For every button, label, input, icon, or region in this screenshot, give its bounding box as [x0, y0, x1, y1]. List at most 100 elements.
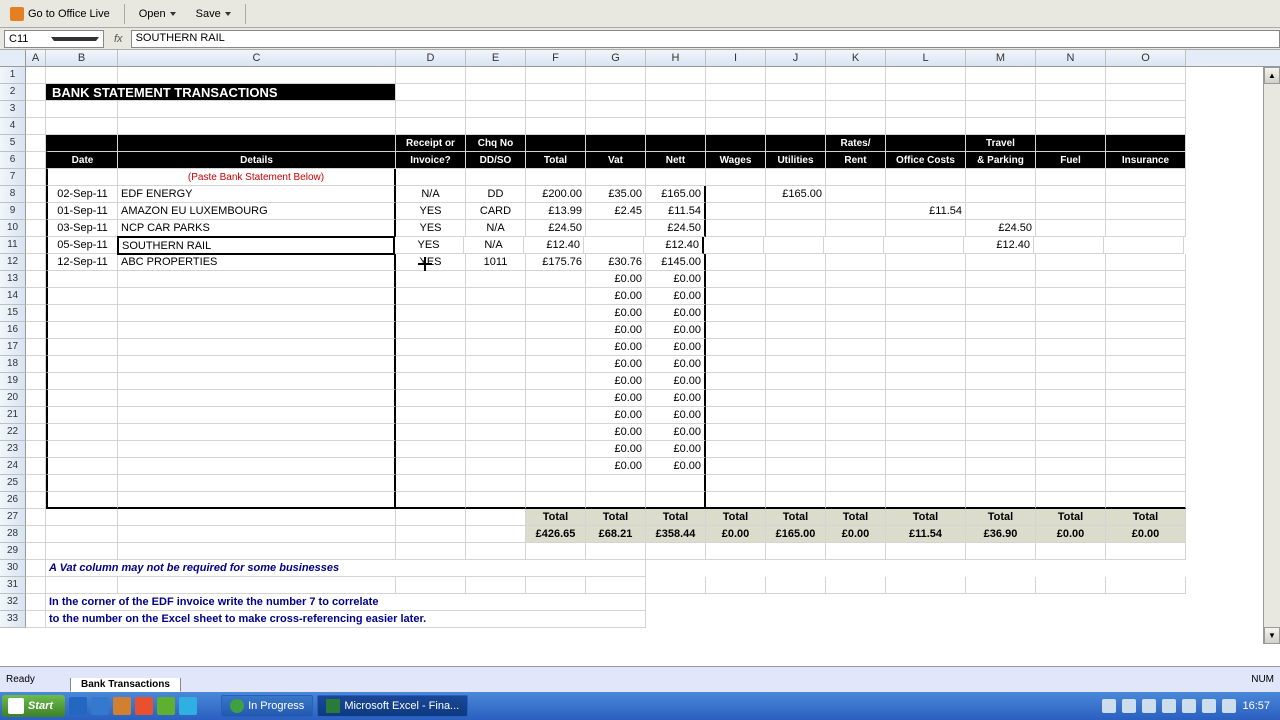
cell[interactable] — [396, 475, 466, 492]
cell[interactable]: YES — [394, 237, 464, 254]
cell[interactable] — [46, 322, 118, 339]
cell[interactable]: £11.54 — [886, 203, 966, 220]
cell[interactable]: 12-Sep-11 — [46, 254, 118, 271]
row-header[interactable]: 29 — [0, 543, 26, 560]
cell[interactable] — [706, 220, 766, 237]
col-header[interactable]: I — [706, 50, 766, 66]
cell[interactable] — [886, 492, 966, 509]
cell[interactable]: £0.00 — [646, 356, 706, 373]
cell[interactable]: DD — [466, 186, 526, 203]
cell[interactable] — [886, 390, 966, 407]
cell[interactable] — [118, 577, 396, 594]
cell[interactable] — [1036, 339, 1106, 356]
cell[interactable]: Insurance — [1106, 152, 1186, 169]
cell[interactable] — [526, 577, 586, 594]
cell[interactable]: AMAZON EU LUXEMBOURG — [118, 203, 396, 220]
cell[interactable] — [396, 407, 466, 424]
cell[interactable] — [826, 441, 886, 458]
cell[interactable]: £13.99 — [526, 203, 586, 220]
cell[interactable] — [886, 407, 966, 424]
cell[interactable] — [396, 526, 466, 543]
cell[interactable]: Travel — [966, 135, 1036, 152]
row-header[interactable]: 23 — [0, 441, 26, 458]
cell[interactable] — [46, 169, 118, 186]
row-header[interactable]: 32 — [0, 594, 26, 611]
cell[interactable] — [886, 135, 966, 152]
col-header[interactable]: N — [1036, 50, 1106, 66]
cell[interactable]: £0.00 — [586, 356, 646, 373]
cell[interactable] — [706, 424, 766, 441]
cell[interactable] — [706, 475, 766, 492]
cell[interactable] — [966, 407, 1036, 424]
cell[interactable]: £0.00 — [706, 526, 766, 543]
cell[interactable] — [466, 509, 526, 526]
cell[interactable]: £0.00 — [586, 305, 646, 322]
cell[interactable]: Rates/ — [826, 135, 886, 152]
cell[interactable] — [526, 424, 586, 441]
cell[interactable] — [1036, 577, 1106, 594]
cell[interactable] — [584, 237, 644, 254]
cell[interactable] — [46, 458, 118, 475]
cell[interactable] — [706, 271, 766, 288]
cell[interactable]: Total — [1036, 509, 1106, 526]
cell[interactable] — [826, 475, 886, 492]
save-button[interactable]: Save — [190, 6, 237, 22]
cell[interactable] — [646, 492, 706, 509]
cell[interactable] — [826, 305, 886, 322]
cell[interactable] — [966, 424, 1036, 441]
cell[interactable] — [826, 356, 886, 373]
cell[interactable] — [26, 237, 46, 254]
cell[interactable] — [966, 390, 1036, 407]
cell[interactable] — [118, 526, 396, 543]
cell[interactable] — [766, 390, 826, 407]
cell[interactable]: Invoice? — [396, 152, 466, 169]
cell[interactable]: CARD — [466, 203, 526, 220]
cell[interactable] — [526, 101, 586, 118]
cell[interactable]: £0.00 — [646, 407, 706, 424]
cell[interactable] — [466, 373, 526, 390]
cell[interactable] — [46, 118, 118, 135]
cell[interactable]: (Paste Bank Statement Below) — [118, 169, 396, 186]
cell[interactable] — [466, 441, 526, 458]
cell[interactable] — [26, 186, 46, 203]
cell[interactable]: £0.00 — [586, 373, 646, 390]
cell[interactable] — [766, 288, 826, 305]
cell[interactable] — [586, 67, 646, 84]
cell[interactable] — [1036, 475, 1106, 492]
row-header[interactable]: 8 — [0, 186, 26, 203]
row-header[interactable]: 27 — [0, 509, 26, 526]
cell[interactable] — [26, 135, 46, 152]
cell[interactable]: £0.00 — [586, 271, 646, 288]
cell[interactable] — [1036, 67, 1106, 84]
cell[interactable] — [966, 475, 1036, 492]
row-header[interactable]: 6 — [0, 152, 26, 169]
cell[interactable] — [26, 305, 46, 322]
cell[interactable] — [766, 220, 826, 237]
cell[interactable]: £30.76 — [586, 254, 646, 271]
cell[interactable] — [118, 67, 396, 84]
cell[interactable] — [586, 118, 646, 135]
cell[interactable] — [118, 509, 396, 526]
cell[interactable] — [706, 203, 766, 220]
cell[interactable]: YES — [396, 203, 466, 220]
cell[interactable] — [1106, 118, 1186, 135]
cell[interactable]: £200.00 — [526, 186, 586, 203]
cell[interactable] — [826, 67, 886, 84]
row-header[interactable]: 26 — [0, 492, 26, 509]
cell[interactable] — [466, 577, 526, 594]
cell[interactable] — [966, 577, 1036, 594]
cell[interactable] — [826, 288, 886, 305]
cell[interactable] — [1106, 543, 1186, 560]
cell[interactable] — [1106, 577, 1186, 594]
row-header[interactable]: 28 — [0, 526, 26, 543]
cell[interactable] — [1106, 186, 1186, 203]
cell[interactable] — [1036, 322, 1106, 339]
cell[interactable]: EDF ENERGY — [118, 186, 396, 203]
cell[interactable] — [706, 84, 766, 101]
cell[interactable] — [526, 84, 586, 101]
cell[interactable]: N/A — [466, 220, 526, 237]
cell[interactable] — [526, 271, 586, 288]
cell[interactable]: BANK STATEMENT TRANSACTIONS — [46, 84, 396, 101]
cell[interactable]: £12.40 — [644, 237, 704, 254]
row-header[interactable]: 17 — [0, 339, 26, 356]
